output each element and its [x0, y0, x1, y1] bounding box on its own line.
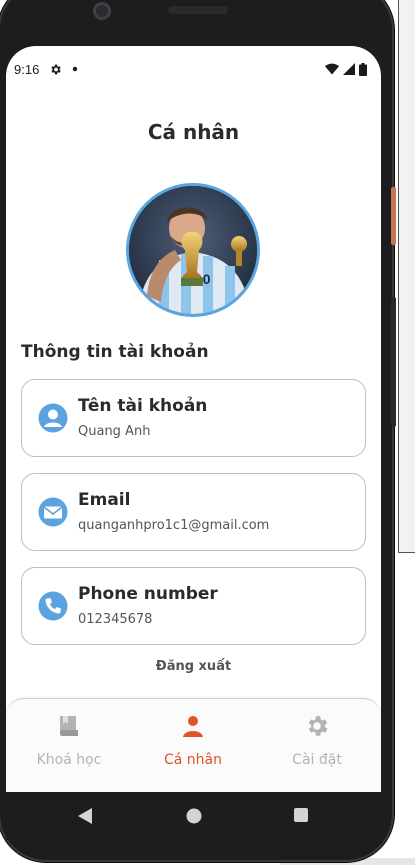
gear-icon — [51, 64, 62, 74]
home-icon[interactable] — [186, 808, 202, 824]
profile-photo: 10 — [129, 186, 257, 314]
avatar[interactable]: 10 — [126, 183, 260, 317]
section-title: Thông tin tài khoản — [21, 342, 209, 362]
status-time: 9:16 — [14, 61, 40, 77]
power-button[interactable] — [391, 187, 396, 245]
email-card[interactable]: Email quanganhpro1c1@gmail.com — [21, 473, 366, 551]
card-label: Phone number — [78, 584, 218, 604]
person-icon — [183, 716, 203, 737]
account-name-card[interactable]: Tên tài khoản Quang Anh — [21, 379, 366, 457]
nav-item-profile[interactable]: Cá nhân — [143, 713, 243, 768]
gear-icon — [308, 716, 328, 736]
nav-label: Cài đặt — [292, 752, 342, 768]
nav-item-courses[interactable]: Khoá học — [19, 713, 119, 768]
volume-button[interactable] — [391, 297, 396, 427]
logout-button[interactable]: Đăng xuất — [6, 659, 381, 674]
desktop-divider — [398, 552, 415, 553]
card-value: 012345678 — [78, 612, 153, 627]
desktop-background-panel — [398, 0, 415, 553]
status-bar: 9:16 — [6, 46, 381, 92]
user-icon — [38, 403, 68, 433]
signal-icon — [343, 63, 355, 75]
page-title: Cá nhân — [147, 120, 240, 144]
mail-icon — [38, 497, 68, 527]
system-navigation-bar — [6, 792, 381, 840]
card-label: Tên tài khoản — [78, 396, 208, 416]
book-icon — [60, 716, 78, 736]
card-label: Email — [78, 490, 131, 510]
earpiece — [168, 6, 228, 14]
nav-label: Cá nhân — [163, 752, 222, 768]
front-camera — [93, 2, 111, 20]
battery-icon — [359, 62, 367, 76]
recents-icon[interactable] — [294, 808, 308, 822]
app-screen: 9:16 Cá nhân Thông tin tài khoản Tên tài… — [6, 46, 381, 792]
card-value: Quang Anh — [78, 424, 151, 439]
back-icon[interactable] — [78, 808, 92, 824]
nav-label: Khoá học — [36, 752, 102, 768]
nav-item-settings[interactable]: Cài đặt — [267, 713, 367, 768]
card-value: quanganhpro1c1@gmail.com — [78, 518, 270, 533]
wifi-icon — [325, 63, 339, 75]
bottom-navigation: Khoá học Cá nhân Cài đặt — [6, 698, 381, 792]
phone-icon — [38, 591, 68, 621]
dot-icon — [73, 66, 78, 72]
phone-card[interactable]: Phone number 012345678 — [21, 567, 366, 645]
